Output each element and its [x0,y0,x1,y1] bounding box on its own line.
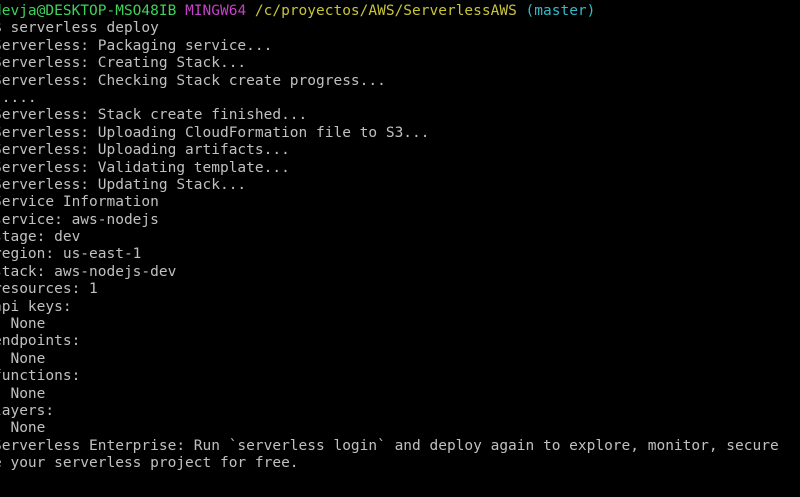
output-line: None [10,350,46,367]
terminal-window[interactable]: devja@DESKTOP-MSO48IB MINGW64 /c/proyect… [0,0,800,497]
output-line: Serverless: Validating template... [0,159,290,176]
output-line: ..... [0,89,37,106]
output-line: Serverless Enterprise: Run `serverless l… [0,437,779,454]
output-line: Serverless: Checking Stack create progre… [0,72,386,89]
output-line: e your serverless project for free. [0,455,299,472]
prompt-line: devja@DESKTOP-MSO48IB MINGW64 /c/proyect… [0,3,793,20]
output-line: None [10,316,46,333]
output-line: stage: dev [0,229,81,246]
output-line: Serverless: Uploading CloudFormation fil… [0,124,430,141]
output-line: Serverless: Creating Stack... [0,55,247,72]
output-line: Serverless: Packaging service... [0,37,273,54]
output-line: region: us-east-1 [0,246,142,263]
prompt-user-host: devja@DESKTOP-MSO48IB [0,3,177,19]
output-line: functions: [0,368,81,385]
output-line: api keys: [0,298,72,315]
prompt-git-branch: (master) [525,3,596,19]
output-line: endpoints: [0,333,81,350]
output-line: stack: aws-nodejs-dev [0,263,177,280]
output-line: None [10,420,46,437]
output-line: layers: [0,402,55,419]
output-line: resources: 1 [0,281,98,298]
output-line: Service Information [0,194,159,211]
prompt-shell: MINGW64 [185,3,247,19]
prompt-path: /c/proyectos/AWS/ServerlessAWS [254,3,517,19]
command-line: $ serverless deploy [0,20,159,37]
output-line: Serverless: Stack create finished... [0,107,308,124]
output-line: None [10,385,46,402]
output-line: service: aws-nodejs [0,211,159,228]
output-line: Serverless: Uploading artifacts... [0,142,290,159]
output-line: Serverless: Updating Stack... [0,176,247,193]
